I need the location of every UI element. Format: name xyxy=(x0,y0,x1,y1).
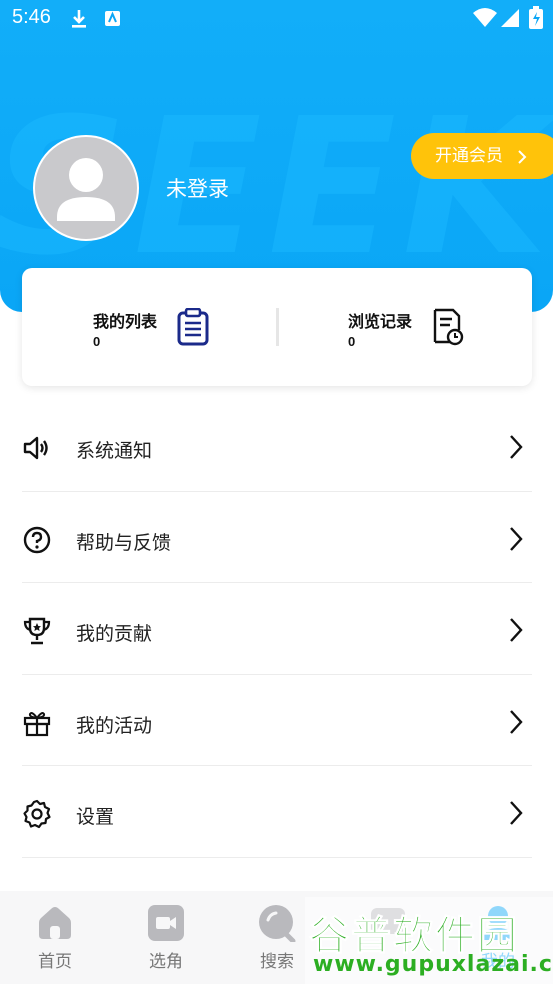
menu-item-label: 我的活动 xyxy=(76,715,153,737)
tab-casting[interactable]: 选角 xyxy=(111,891,221,984)
history-document-icon[interactable] xyxy=(431,308,465,350)
status-bar: 5:46 xyxy=(0,0,553,38)
menu-item-contributions[interactable]: 我的贡献 xyxy=(22,583,532,675)
menu-item-label: 设置 xyxy=(76,807,115,828)
user-silhouette-icon xyxy=(57,158,115,221)
menu-item-help-feedback[interactable]: 帮助与反馈 xyxy=(22,492,532,583)
chevron-right-icon xyxy=(510,526,523,551)
help-icon xyxy=(22,525,52,555)
avatar[interactable] xyxy=(33,135,139,241)
watermark-url: www.gupuxlazai.com xyxy=(313,952,553,977)
video-icon xyxy=(147,904,185,942)
tab-home[interactable]: 首页 xyxy=(0,891,110,984)
my-list-label: 我的列表 xyxy=(93,314,158,331)
trophy-icon xyxy=(22,616,52,646)
menu-item-settings[interactable]: 设置 xyxy=(22,766,532,858)
history-stat[interactable]: 浏览记录 0 xyxy=(348,308,412,349)
signal-icon xyxy=(499,7,521,33)
home-icon xyxy=(36,904,74,942)
menu-item-activities[interactable]: 我的活动 xyxy=(22,675,532,766)
menu-item-label: 我的贡献 xyxy=(76,624,153,645)
gear-icon xyxy=(22,799,52,829)
search-icon xyxy=(258,904,296,944)
settings-menu: 系统通知 帮助与反馈 我的贡献 我的活动 设置 xyxy=(22,400,532,949)
history-label: 浏览记录 xyxy=(348,314,413,331)
chevron-right-icon xyxy=(510,801,523,825)
menu-item-label: 帮助与反馈 xyxy=(76,532,172,554)
my-list-count: 0 xyxy=(93,334,101,349)
chevron-right-icon xyxy=(518,150,527,164)
download-icon xyxy=(68,8,90,34)
battery-icon xyxy=(528,6,544,34)
chevron-right-icon xyxy=(510,618,523,642)
tab-label: 选角 xyxy=(149,952,183,971)
speaker-icon xyxy=(22,433,52,463)
stats-card: 我的列表 0 浏览记录 0 xyxy=(22,268,532,386)
tab-label: 首页 xyxy=(38,952,72,971)
wifi-icon xyxy=(472,7,498,33)
gift-icon xyxy=(22,708,52,738)
my-list-stat[interactable]: 我的列表 0 xyxy=(93,308,157,349)
menu-item-label: 系统通知 xyxy=(76,441,153,462)
status-time: 5:46 xyxy=(12,6,51,28)
vip-button-label: 开通会员 xyxy=(435,146,503,165)
vip-button[interactable]: 开通会员 xyxy=(411,133,553,179)
app-notification-icon xyxy=(103,8,123,32)
stats-divider xyxy=(276,308,279,346)
chevron-right-icon xyxy=(510,709,523,734)
site-watermark: 谷普软件园 www.gupuxlazai.com xyxy=(305,897,553,984)
history-count: 0 xyxy=(348,334,356,349)
clipboard-list-icon[interactable] xyxy=(176,307,210,350)
chevron-right-icon xyxy=(510,435,523,459)
username-label[interactable]: 未登录 xyxy=(166,173,229,203)
profile-screen: SEEKER 5:46 未登录 开通会员 我的列 xyxy=(0,0,553,984)
menu-item-notifications[interactable]: 系统通知 xyxy=(22,400,532,492)
